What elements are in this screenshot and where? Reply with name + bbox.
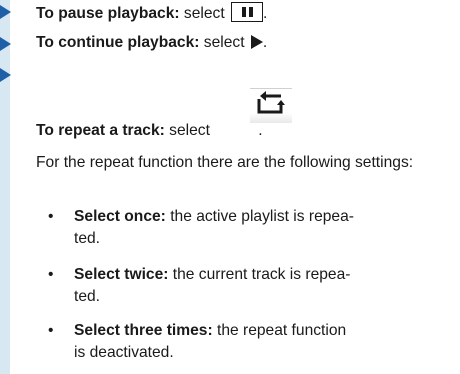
step-arrow-icon [0, 68, 11, 82]
step-punct: . [262, 34, 268, 51]
step-pause: To pause playback: select . [36, 2, 267, 23]
step-label: To continue playback: [36, 34, 200, 51]
step-punct: . [262, 5, 268, 22]
bullet-dot: • [48, 266, 54, 283]
pause-icon [230, 2, 263, 22]
bullet-text-line1: the current track is repea- [168, 266, 351, 283]
step-text: select [164, 122, 215, 139]
play-icon [250, 35, 263, 49]
repeat-icon [257, 91, 285, 114]
step-text: select [179, 5, 229, 22]
bullet-label: Select once: [74, 208, 166, 225]
bullet-text-line2: ted. [74, 230, 101, 247]
bullet-label: Select twice: [74, 266, 169, 283]
bullet-dot: • [48, 208, 54, 225]
bullet-text-line1: the active playlist is repea- [165, 208, 354, 225]
step-punct: . [258, 122, 263, 139]
repeat-settings-intro: For the repeat function there are the fo… [36, 154, 414, 171]
bullet-text-line2: ted. [74, 288, 101, 305]
step-arrow-icon [0, 37, 11, 51]
repeat-button-frame [250, 88, 292, 123]
step-continue: To continue playback: select . [36, 34, 267, 52]
step-label: To pause playback: [36, 5, 180, 22]
step-repeat: To repeat a track: select . [36, 122, 263, 140]
bullet-label: Select three times: [74, 322, 213, 339]
bullet-dot: • [48, 322, 54, 339]
bullet-text-line2: is deactivated. [74, 344, 174, 361]
step-sidebar-bar [0, 0, 10, 374]
step-arrow-icon [0, 5, 11, 19]
step-label: To repeat a track: [36, 122, 165, 139]
step-text: select [199, 34, 249, 51]
bullet-text-line1: the repeat function [212, 322, 347, 339]
